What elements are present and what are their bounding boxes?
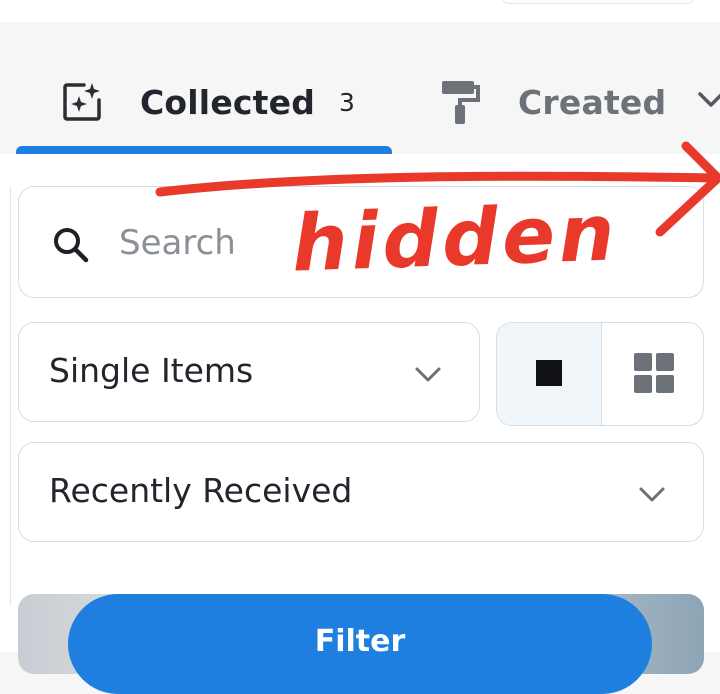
grid-view-button[interactable] [602, 323, 703, 425]
search-icon [51, 225, 91, 265]
chevron-down-icon [637, 479, 667, 509]
collected-count-badge: 3 [339, 87, 355, 117]
tab-created[interactable]: Created [438, 76, 666, 128]
view-toggle [496, 322, 704, 426]
tab-collected-label: Collected [140, 82, 316, 122]
grid-icon [633, 353, 674, 397]
paint-roller-icon [438, 80, 482, 124]
sort-value: Recently Received [49, 471, 353, 510]
chevron-down-icon[interactable] [696, 84, 720, 114]
item-type-value: Single Items [49, 351, 254, 390]
filter-button[interactable]: Filter [68, 594, 652, 694]
single-view-button[interactable] [497, 323, 602, 425]
chevron-down-icon [413, 359, 443, 389]
panel-divider [10, 186, 11, 606]
sort-select[interactable]: Recently Received [18, 442, 704, 542]
top-bar [0, 0, 720, 22]
tab-created-label: Created [518, 82, 667, 122]
item-type-select[interactable]: Single Items [18, 322, 480, 422]
sparkle-square-icon [60, 80, 104, 124]
single-square-icon [535, 359, 563, 391]
active-tab-indicator [16, 146, 392, 154]
annotation-label: hidden [290, 188, 620, 290]
tab-collected[interactable]: Collected 3 [60, 76, 355, 128]
top-bar-control[interactable] [502, 0, 694, 4]
tab-bar: Collected 3 Created [0, 22, 720, 155]
